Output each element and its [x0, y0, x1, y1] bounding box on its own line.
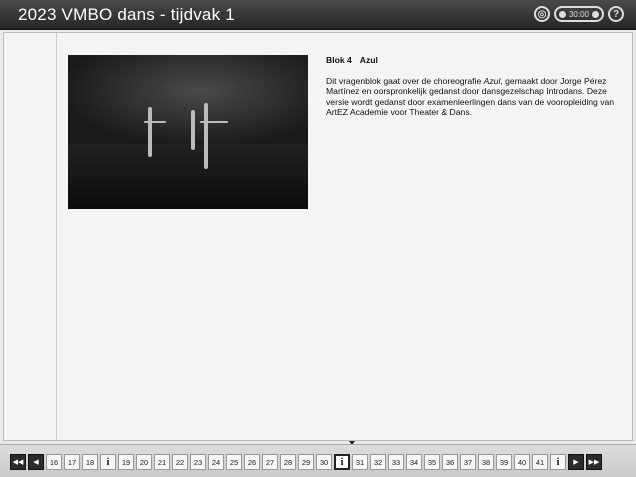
prev-button[interactable]: ◀ — [28, 454, 44, 470]
stage-backdrop — [68, 55, 308, 145]
question-button-20[interactable]: 20 — [136, 454, 152, 470]
title-bar: 2023 VMBO dans - tijdvak 1 ◎ 30:00 ? — [0, 0, 636, 30]
dancer-figure — [204, 103, 208, 169]
question-button-34[interactable]: 34 — [406, 454, 422, 470]
question-button-27[interactable]: 27 — [262, 454, 278, 470]
title-bar-icons: ◎ 30:00 ? — [533, 6, 624, 22]
question-button-19[interactable]: 19 — [118, 454, 134, 470]
question-button-32[interactable]: 32 — [370, 454, 386, 470]
info-button[interactable]: i — [334, 454, 350, 470]
question-button-21[interactable]: 21 — [154, 454, 170, 470]
question-button-25[interactable]: 25 — [226, 454, 242, 470]
content-area: Blok 4 Azul Dit vragenblok gaat over de c… — [3, 32, 633, 441]
margin-divider — [56, 33, 57, 440]
timer-end-dot — [592, 10, 599, 18]
question-button-30[interactable]: 30 — [316, 454, 332, 470]
last-button[interactable]: ▶▶ — [586, 454, 602, 470]
block-title: Azul — [359, 55, 378, 65]
dancer-figure — [144, 121, 166, 123]
question-button-37[interactable]: 37 — [460, 454, 476, 470]
block-paragraph: Dit vragenblok gaat over de choreografie… — [326, 76, 616, 118]
paragraph-emphasis: Azul — [483, 75, 501, 86]
stage-floor — [68, 144, 308, 209]
question-button-26[interactable]: 26 — [244, 454, 260, 470]
timer-icon[interactable]: 30:00 — [553, 6, 604, 22]
question-button-36[interactable]: 36 — [442, 454, 458, 470]
block-heading: Blok 4 Azul — [326, 55, 616, 66]
question-button-29[interactable]: 29 — [298, 454, 314, 470]
question-button-31[interactable]: 31 — [352, 454, 368, 470]
info-button[interactable]: i — [550, 454, 566, 470]
video-player[interactable] — [68, 55, 308, 209]
dancer-figure — [191, 110, 195, 150]
question-button-23[interactable]: 23 — [190, 454, 206, 470]
dancer-figure — [200, 121, 228, 123]
question-button-41[interactable]: 41 — [532, 454, 548, 470]
question-button-28[interactable]: 28 — [280, 454, 296, 470]
first-button[interactable]: ◀◀ — [10, 454, 26, 470]
question-button-35[interactable]: 35 — [424, 454, 440, 470]
question-button-17[interactable]: 17 — [64, 454, 80, 470]
question-button-16[interactable]: 16 — [46, 454, 62, 470]
question-button-18[interactable]: 18 — [82, 454, 98, 470]
dancer-figure — [148, 107, 152, 157]
next-button[interactable]: ▶ — [568, 454, 584, 470]
help-icon[interactable]: ? — [608, 6, 624, 22]
paragraph-text: Dit vragenblok gaat over de choreografie — [326, 75, 484, 86]
question-button-40[interactable]: 40 — [514, 454, 530, 470]
block-number: Blok 4 — [326, 55, 352, 65]
question-button-33[interactable]: 33 — [388, 454, 404, 470]
question-button-38[interactable]: 38 — [478, 454, 494, 470]
nav-button-row: ◀◀ ◀ 16 17 18 i 19 20 21 22 23 24 25 26 27 28 29 30 i 31 32 3… — [10, 454, 602, 470]
question-navigation-bar: ◀◀ ◀ 16 17 18 i 19 20 21 22 23 24 25 26 27 28 29 30 i 31 32 3… — [0, 444, 636, 477]
question-button-24[interactable]: 24 — [208, 454, 224, 470]
timer-start-dot — [558, 10, 566, 18]
info-button[interactable]: i — [100, 454, 116, 470]
window-title: 2023 VMBO dans - tijdvak 1 — [18, 5, 235, 24]
timer-text: 30:00 — [568, 9, 589, 19]
question-button-39[interactable]: 39 — [496, 454, 512, 470]
question-button-22[interactable]: 22 — [172, 454, 188, 470]
audio-icon[interactable]: ◎ — [533, 6, 550, 22]
block-description: Blok 4 Azul Dit vragenblok gaat over de c… — [326, 55, 616, 118]
